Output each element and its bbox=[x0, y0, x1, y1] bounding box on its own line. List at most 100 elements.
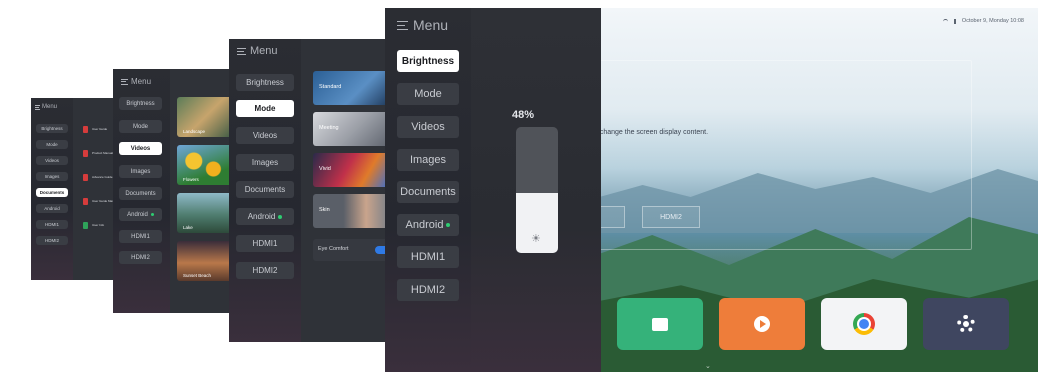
active-dot bbox=[278, 214, 283, 219]
menu-item-hdmi2[interactable]: HDMI2 bbox=[119, 251, 162, 264]
menu-item-brightness[interactable]: Brightness bbox=[36, 124, 68, 133]
menu-item-images[interactable]: Images bbox=[36, 172, 68, 181]
thumbnail-label: Landscape bbox=[183, 129, 206, 134]
hamburger-icon[interactable] bbox=[397, 20, 408, 30]
mode-option-standard[interactable]: Standard bbox=[313, 71, 389, 105]
pdf-icon bbox=[83, 126, 88, 133]
menu-item-videos[interactable]: Videos bbox=[119, 142, 162, 155]
mode-panel: Standard Meeting Vivid Skin Eye Comfort bbox=[301, 39, 389, 342]
pdf-icon bbox=[83, 174, 88, 181]
menu-item-android[interactable]: Android bbox=[36, 204, 68, 213]
brightness-slider[interactable]: ☀ bbox=[516, 127, 558, 253]
active-dot bbox=[446, 223, 451, 227]
hamburger-icon[interactable] bbox=[35, 105, 40, 110]
dock-video[interactable] bbox=[719, 298, 805, 350]
menu-item-images[interactable]: Images bbox=[119, 165, 162, 178]
side-menu: Menu Brightness Mode Videos Images Docum… bbox=[31, 98, 73, 280]
menu-item-documents[interactable]: Documents bbox=[397, 181, 459, 203]
menu-item-hdmi1[interactable]: HDMI1 bbox=[236, 235, 294, 252]
eye-comfort-row: Eye Comfort bbox=[313, 239, 389, 261]
source-button-label: HDMI2 bbox=[660, 213, 682, 221]
menu-item-brightness[interactable]: Brightness bbox=[119, 97, 162, 110]
doc-item[interactable]: User Guide bbox=[83, 126, 107, 133]
doc-item[interactable]: User Info bbox=[83, 222, 104, 229]
menu-item-videos[interactable]: Videos bbox=[236, 127, 294, 144]
dock-settings[interactable] bbox=[923, 298, 1009, 350]
menu-item-android[interactable]: Android bbox=[397, 214, 459, 236]
doc-name: User Info bbox=[92, 222, 105, 227]
menu-item-brightness[interactable]: Brightness bbox=[236, 74, 294, 91]
doc-item[interactable]: Product Manual bbox=[83, 150, 113, 157]
menu-item-hdmi1[interactable]: HDMI1 bbox=[397, 246, 459, 268]
menu-item-mode[interactable]: Mode bbox=[397, 83, 459, 105]
menu-item-hdmi2[interactable]: HDMI2 bbox=[397, 279, 459, 301]
menu-item-images[interactable]: Images bbox=[236, 154, 294, 171]
side-menu: Menu Brightness Mode Videos Images Docum… bbox=[385, 8, 601, 372]
pdf-icon bbox=[83, 198, 88, 205]
brightness-percent: 48% bbox=[512, 109, 535, 121]
menu-item-mode[interactable]: Mode bbox=[236, 100, 294, 117]
mode-label: Vivid bbox=[319, 166, 331, 172]
hamburger-icon[interactable] bbox=[237, 47, 246, 55]
doc-item[interactable]: Advance Guide bbox=[83, 174, 113, 181]
side-menu: Menu Brightness Mode Videos Images Docum… bbox=[113, 69, 170, 313]
menu-item-brightness[interactable]: Brightness bbox=[397, 50, 459, 72]
active-dot bbox=[150, 213, 154, 216]
menu-item-documents[interactable]: Documents bbox=[236, 181, 294, 198]
menu-header: Menu bbox=[237, 45, 278, 57]
android-label: Android bbox=[127, 211, 148, 218]
thumbnail-label: Flowers bbox=[183, 177, 199, 182]
side-menu: Menu Brightness Mode Videos Images Docum… bbox=[229, 39, 301, 342]
menu-header: Menu bbox=[35, 104, 57, 110]
dock-browser[interactable] bbox=[821, 298, 907, 350]
doc-name: Product Manual bbox=[92, 150, 114, 155]
status-bar: October 9, Monday 10:08 bbox=[942, 18, 1024, 24]
menu-item-hdmi2[interactable]: HDMI2 bbox=[36, 236, 68, 245]
menu-item-android[interactable]: Android bbox=[236, 208, 294, 225]
menu-header: Menu bbox=[397, 17, 448, 33]
thumbnail[interactable]: Flowers bbox=[177, 145, 233, 185]
menu-item-videos[interactable]: Videos bbox=[36, 156, 68, 165]
doc-name: User Guide bbox=[92, 126, 108, 131]
menu-title: Menu bbox=[250, 45, 278, 57]
menu-item-hdmi2[interactable]: HDMI2 bbox=[236, 262, 294, 279]
mode-option-meeting[interactable]: Meeting bbox=[313, 112, 389, 146]
menu-item-documents[interactable]: Documents bbox=[36, 188, 68, 197]
mode-label: Meeting bbox=[319, 125, 339, 131]
mode-option-skin[interactable]: Skin bbox=[313, 194, 389, 228]
mode-label: Standard bbox=[319, 84, 342, 90]
menu-item-mode[interactable]: Mode bbox=[119, 120, 162, 133]
pdf-icon bbox=[83, 150, 88, 157]
menu-item-android[interactable]: Android bbox=[119, 208, 162, 221]
android-label: Android bbox=[405, 219, 444, 231]
menu-item-documents[interactable]: Documents bbox=[119, 187, 162, 200]
thumbnail[interactable]: Sunset Beach bbox=[177, 241, 233, 281]
mode-option-vivid[interactable]: Vivid bbox=[313, 153, 389, 187]
screen-brightness: October 9, Monday 10:08 o change the scr… bbox=[385, 8, 1038, 372]
screen-videos: Menu Brightness Mode Videos Images Docum… bbox=[113, 69, 238, 313]
thumbnail[interactable]: Lake bbox=[177, 193, 233, 233]
wifi-icon bbox=[942, 18, 948, 24]
thumbnail[interactable]: Landscape bbox=[177, 97, 233, 137]
chevron-up-icon[interactable]: ⌄ bbox=[705, 362, 711, 370]
menu-title: Menu bbox=[413, 17, 449, 33]
source-button-hdmi2[interactable]: HDMI2 bbox=[642, 206, 700, 228]
battery-icon bbox=[953, 18, 956, 24]
mode-label: Skin bbox=[319, 207, 330, 213]
menu-item-images[interactable]: Images bbox=[397, 149, 459, 171]
menu-item-videos[interactable]: Videos bbox=[397, 116, 459, 138]
menu-title: Menu bbox=[42, 104, 58, 110]
screen-mode: Menu Brightness Mode Videos Images Docum… bbox=[229, 39, 389, 342]
menu-item-hdmi1[interactable]: HDMI1 bbox=[119, 230, 162, 243]
play-icon bbox=[754, 316, 770, 332]
chrome-icon bbox=[853, 313, 875, 335]
doc-name: Advance Guide bbox=[92, 174, 113, 179]
sun-icon: ☀ bbox=[531, 233, 541, 245]
gear-icon bbox=[957, 315, 975, 333]
thumbnail-label: Sunset Beach bbox=[183, 273, 212, 278]
menu-item-mode[interactable]: Mode bbox=[36, 140, 68, 149]
menu-item-hdmi1[interactable]: HDMI1 bbox=[36, 220, 68, 229]
thumbnail-label: Lake bbox=[183, 225, 193, 230]
hamburger-icon[interactable] bbox=[121, 78, 128, 85]
dock-files[interactable] bbox=[617, 298, 703, 350]
